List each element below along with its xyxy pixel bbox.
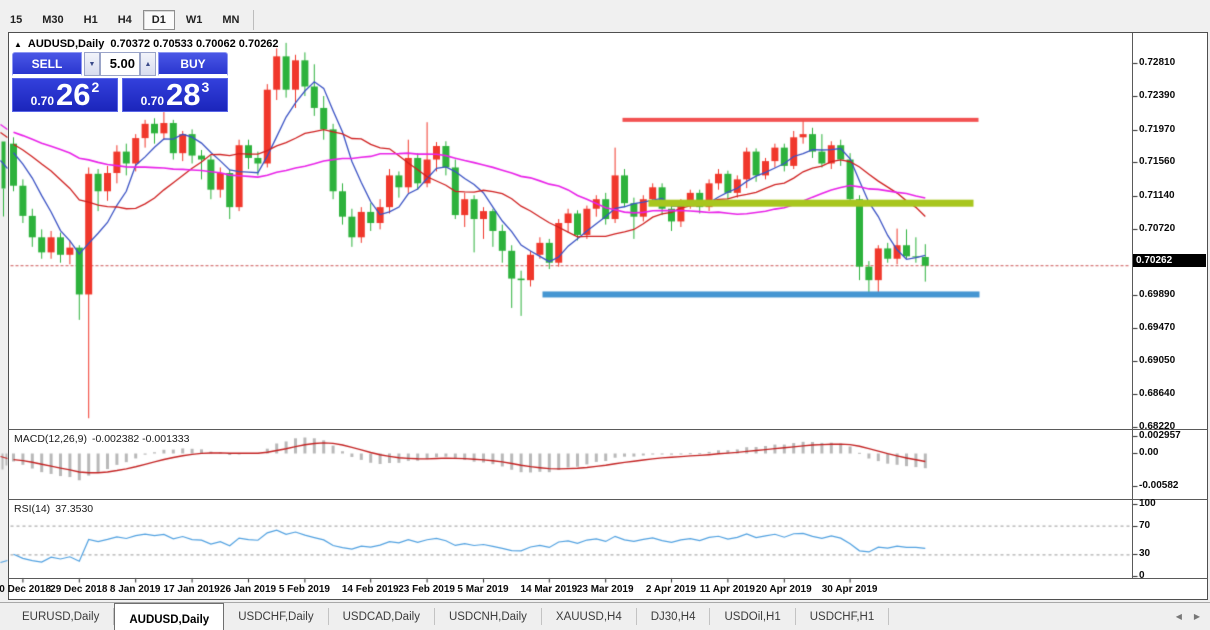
chart-tab-eurusd-daily[interactable]: EURUSD,Daily [8,608,114,625]
price-axis-label: 0.72390 [1139,90,1175,101]
collapse-arrow-icon[interactable]: ▲ [14,40,22,49]
tab-scroll-left-icon[interactable]: ◀ [1176,612,1182,621]
rsi-indicator-label: RSI(14) 37.3530 [14,503,93,515]
date-axis-label: 23 Feb 2019 [398,584,455,595]
date-axis-separator [8,578,1208,579]
buy-price-prefix: 0.70 [141,94,164,108]
date-axis-label: 2 Apr 2019 [646,584,696,595]
date-axis-label: 8 Jan 2019 [110,584,161,595]
price-axis-label: 0.71560 [1139,156,1175,167]
rsi-axis-label: 0 [1139,570,1145,581]
date-axis-label: 26 Jan 2019 [220,584,276,595]
chart-tab-usdcnh-daily[interactable]: USDCNH,Daily [435,608,542,625]
buy-button[interactable]: BUY [158,52,228,76]
rsi-name: RSI(14) [14,503,50,515]
macd-name: MACD(12,26,9) [14,433,87,445]
timeframe-button-d1[interactable]: D1 [143,10,175,30]
current-price-badge: 0.70262 [1133,254,1206,267]
timeframe-button-h4[interactable]: H4 [109,10,141,30]
tab-scroll-arrows: ◀ ▶ [1176,603,1210,630]
chart-title: ▲ AUDUSD,Daily 0.70372 0.70533 0.70062 0… [14,38,279,50]
timeframe-button-h1[interactable]: H1 [75,10,107,30]
macd-axis-label: -0.00582 [1139,480,1178,491]
rsi-axis-label: 70 [1139,520,1150,531]
chart-window [8,32,1208,600]
chart-tab-usdoil-h1[interactable]: USDOil,H1 [710,608,795,625]
timeframe-button-mn[interactable]: MN [213,10,248,30]
price-axis-label: 0.69050 [1139,355,1175,366]
date-axis-label: 29 Dec 2018 [50,584,107,595]
date-axis-label: 20 Dec 2018 [0,584,51,595]
volume-decrease-button[interactable]: ▼ [84,52,100,76]
ohlc-values: 0.70372 0.70533 0.70062 0.70262 [110,38,278,50]
price-axis-label: 0.68640 [1139,388,1175,399]
date-axis-label: 23 Mar 2019 [577,584,634,595]
sell-button[interactable]: SELL [12,52,82,76]
price-axis-label: 0.71140 [1139,190,1175,201]
buy-price-point: 3 [202,79,210,95]
volume-increase-button[interactable]: ▲ [140,52,156,76]
date-axis-label: 17 Jan 2019 [164,584,220,595]
date-axis-label: 14 Feb 2019 [342,584,399,595]
chart-tab-audusd-daily[interactable]: AUDUSD,Daily [114,603,224,630]
macd-pane-separator[interactable] [8,429,1208,430]
sell-price-point: 2 [92,79,100,95]
rsi-axis-label: 30 [1139,548,1150,559]
symbol-period-label: AUDUSD,Daily [28,38,104,50]
timeframe-button-15[interactable]: 15 [1,10,31,30]
date-axis-label: 11 Apr 2019 [700,584,755,595]
chart-tab-dj30-h4[interactable]: DJ30,H4 [637,608,711,625]
timeframe-toolbar: 15M30H1H4D1W1MN [0,0,1210,31]
macd-axis-label: 0.002957 [1139,430,1181,441]
macd-indicator-label: MACD(12,26,9) -0.002382 -0.001333 [14,433,189,445]
chart-tab-usdchf-daily[interactable]: USDCHF,Daily [224,608,328,625]
buy-price-button[interactable]: 0.70 28 3 [122,78,228,112]
macd-axis-label: 0.00 [1139,447,1158,458]
date-axis-label: 14 Mar 2019 [520,584,577,595]
price-axis-label: 0.69470 [1139,322,1175,333]
rsi-value: 37.3530 [55,503,93,515]
chart-tab-usdcad-daily[interactable]: USDCAD,Daily [329,608,435,625]
timeframe-button-w1[interactable]: W1 [177,10,212,30]
price-axis-label: 0.72810 [1139,57,1175,68]
one-click-trading-panel: SELL ▼ 5.00 ▲ BUY 0.70 26 2 0.70 28 3 [12,50,228,112]
chart-tab-xauusd-h4[interactable]: XAUUSD,H4 [542,608,637,625]
macd-values: -0.002382 -0.001333 [92,433,190,445]
sell-price-button[interactable]: 0.70 26 2 [12,78,118,112]
timeframe-buttons: 15M30H1H4D1W1MN [0,9,258,31]
rsi-axis-label: 100 [1139,498,1156,509]
volume-input[interactable]: 5.00 [100,52,140,76]
chart-tabs: EURUSD,DailyAUDUSD,DailyUSDCHF,DailyUSDC… [0,603,889,630]
date-axis-label: 5 Mar 2019 [457,584,508,595]
triangle-down-icon: ▼ [89,61,96,68]
timeframe-button-m30[interactable]: M30 [33,10,72,30]
price-axis-label: 0.70720 [1139,223,1175,234]
date-axis-label: 5 Feb 2019 [279,584,330,595]
sell-price-prefix: 0.70 [31,94,54,108]
chart-tab-bar: EURUSD,DailyAUDUSD,DailyUSDCHF,DailyUSDC… [0,602,1210,630]
date-axis-label: 20 Apr 2019 [756,584,812,595]
price-axis-label: 0.71970 [1139,124,1175,135]
price-axis-separator [1132,33,1133,579]
rsi-pane-separator[interactable] [8,499,1208,500]
toolbar-separator [253,10,254,30]
chart-tab-usdchf-h1[interactable]: USDCHF,H1 [796,608,890,625]
tab-scroll-right-icon[interactable]: ▶ [1194,612,1200,621]
price-axis-label: 0.69890 [1139,289,1175,300]
buy-price-pips: 28 [166,82,200,108]
sell-price-pips: 26 [56,82,90,108]
date-axis-label: 30 Apr 2019 [822,584,878,595]
triangle-up-icon: ▲ [145,61,152,68]
